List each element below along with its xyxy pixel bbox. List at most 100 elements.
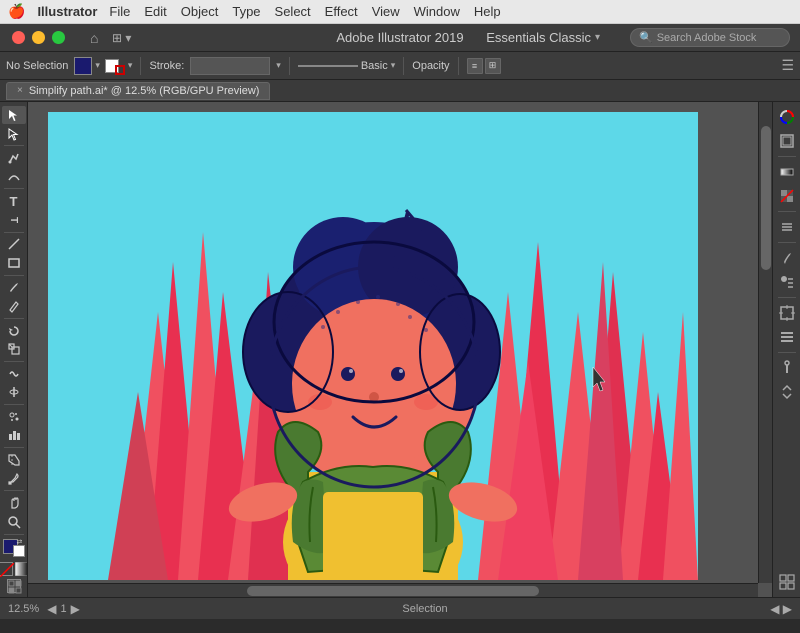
fill-area[interactable]: ▾ ▾ <box>74 57 132 75</box>
horizontal-scroll-thumb[interactable] <box>247 586 539 596</box>
symbols-panel-icon[interactable] <box>776 271 798 293</box>
status-right: ◀ ▶ <box>770 602 792 616</box>
tool-separator-4 <box>4 275 24 276</box>
layers-panel-icon[interactable] <box>776 326 798 348</box>
vertical-scroll-thumb[interactable] <box>761 126 771 270</box>
close-button[interactable] <box>12 31 25 44</box>
status-prev-icon[interactable]: ◀ <box>770 602 779 616</box>
status-center: Selection <box>88 603 762 615</box>
column-graph-tool[interactable] <box>2 427 26 445</box>
selection-tool[interactable] <box>2 106 26 124</box>
minimize-button[interactable] <box>32 31 45 44</box>
vertical-type-tool[interactable]: T <box>2 211 26 229</box>
workspace-selector[interactable]: Essentials Classic ▾ <box>486 30 600 45</box>
artboard-panel-icon[interactable] <box>776 302 798 324</box>
illustration <box>48 112 698 580</box>
canvas-area[interactable] <box>28 102 772 597</box>
direct-selection-tool[interactable] <box>2 125 26 143</box>
hand-tool[interactable] <box>2 494 26 512</box>
fill-icon: ▾ <box>95 60 100 71</box>
stock-search[interactable]: 🔍 Search Adobe Stock <box>630 28 790 47</box>
scale-tool[interactable] <box>2 340 26 358</box>
menu-help[interactable]: Help <box>474 4 501 19</box>
menu-file[interactable]: File <box>109 4 130 19</box>
fill-mode-icons <box>0 562 28 576</box>
align-icon-2[interactable]: ⊞ <box>485 58 501 74</box>
zoom-tool[interactable] <box>2 513 26 531</box>
eyedropper-tool[interactable] <box>2 470 26 488</box>
app-title: Adobe Illustrator 2019 <box>336 30 463 45</box>
menu-view[interactable]: View <box>372 4 400 19</box>
rotate-tool[interactable] <box>2 322 26 340</box>
properties-panel-icon[interactable] <box>776 357 798 379</box>
current-tool-status: Selection <box>402 603 447 615</box>
stroke-label: Stroke: <box>149 60 184 72</box>
stroke-dropdown-icon: ▾ <box>276 60 281 71</box>
right-panel <box>772 102 800 597</box>
none-fill-icon[interactable] <box>0 562 13 576</box>
slice-tool[interactable] <box>2 451 26 469</box>
expand-panel-icon[interactable] <box>776 381 798 403</box>
symbol-sprayer-tool[interactable] <box>2 408 26 426</box>
home-icon: ⌂ <box>90 30 98 46</box>
transparency-panel-icon[interactable] <box>776 185 798 207</box>
menu-type[interactable]: Type <box>232 4 260 19</box>
appearance-icon[interactable] <box>7 579 21 593</box>
opacity-label: Opacity <box>412 60 449 72</box>
apple-menu[interactable]: 🍎 <box>8 3 25 20</box>
tab-close-icon[interactable]: × <box>17 85 23 96</box>
menu-effect[interactable]: Effect <box>325 4 358 19</box>
workspace-label: Essentials Classic <box>486 30 591 45</box>
toolbar-menu-icon[interactable]: ☰ <box>781 57 794 74</box>
stroke-style-preview <box>298 65 358 67</box>
workspace-chevron-icon: ▾ <box>595 32 600 43</box>
menu-object[interactable]: Object <box>181 4 219 19</box>
tool-separator-3 <box>4 232 24 233</box>
warp-tool[interactable] <box>2 365 26 383</box>
menu-edit[interactable]: Edit <box>144 4 166 19</box>
gradient-panel-icon[interactable] <box>776 161 798 183</box>
stroke-color-swatch[interactable] <box>115 65 125 75</box>
swatch-arrow-icon: ▾ <box>128 60 133 71</box>
right-panel-separator-2 <box>778 211 796 212</box>
toolbar-separator-4 <box>458 57 459 75</box>
vertical-scrollbar[interactable] <box>758 102 772 583</box>
stroke-input[interactable] <box>190 57 270 75</box>
tool-separator-8 <box>4 447 24 448</box>
pencil-tool[interactable] <box>2 297 26 315</box>
toolbar-separator-3 <box>403 57 404 75</box>
gradient-icon[interactable] <box>15 562 29 576</box>
curvature-tool[interactable] <box>2 168 26 186</box>
grid-panel-icon[interactable] <box>776 571 798 593</box>
maximize-button[interactable] <box>52 31 65 44</box>
right-panel-separator-3 <box>778 242 796 243</box>
toolbar-separator <box>140 57 141 75</box>
basic-dropdown-icon: ▾ <box>391 60 396 71</box>
document-tab[interactable]: × Simplify path.ai* @ 12.5% (RGB/GPU Pre… <box>6 82 270 100</box>
brush-panel-icon[interactable] <box>776 247 798 269</box>
prev-page-button[interactable]: ◀ <box>47 602 56 616</box>
selection-label: No Selection <box>6 60 68 72</box>
rectangle-tool[interactable] <box>2 254 26 272</box>
tool-separator-color <box>4 534 24 535</box>
canvas-content <box>48 112 698 580</box>
stroke-panel-icon[interactable] <box>776 130 798 152</box>
menu-select[interactable]: Select <box>275 4 311 19</box>
paintbrush-tool[interactable] <box>2 279 26 297</box>
hamburger-icon[interactable] <box>776 216 798 238</box>
status-next-icon[interactable]: ▶ <box>783 602 792 616</box>
align-icon-1[interactable]: ≡ <box>467 58 483 74</box>
tool-separator-9 <box>4 490 24 491</box>
main-area: T T <box>0 102 800 597</box>
next-page-button[interactable]: ▶ <box>71 602 80 616</box>
color-swatches: ⇄ <box>3 539 25 557</box>
line-tool[interactable] <box>2 235 26 253</box>
color-panel-icon[interactable] <box>776 106 798 128</box>
type-tool[interactable]: T <box>2 192 26 210</box>
fill-swatch[interactable] <box>74 57 92 75</box>
pen-tool[interactable] <box>2 149 26 167</box>
swap-colors-icon[interactable]: ⇄ <box>17 539 25 547</box>
horizontal-scrollbar[interactable] <box>28 583 758 597</box>
width-tool[interactable] <box>2 384 26 402</box>
menu-window[interactable]: Window <box>414 4 460 19</box>
